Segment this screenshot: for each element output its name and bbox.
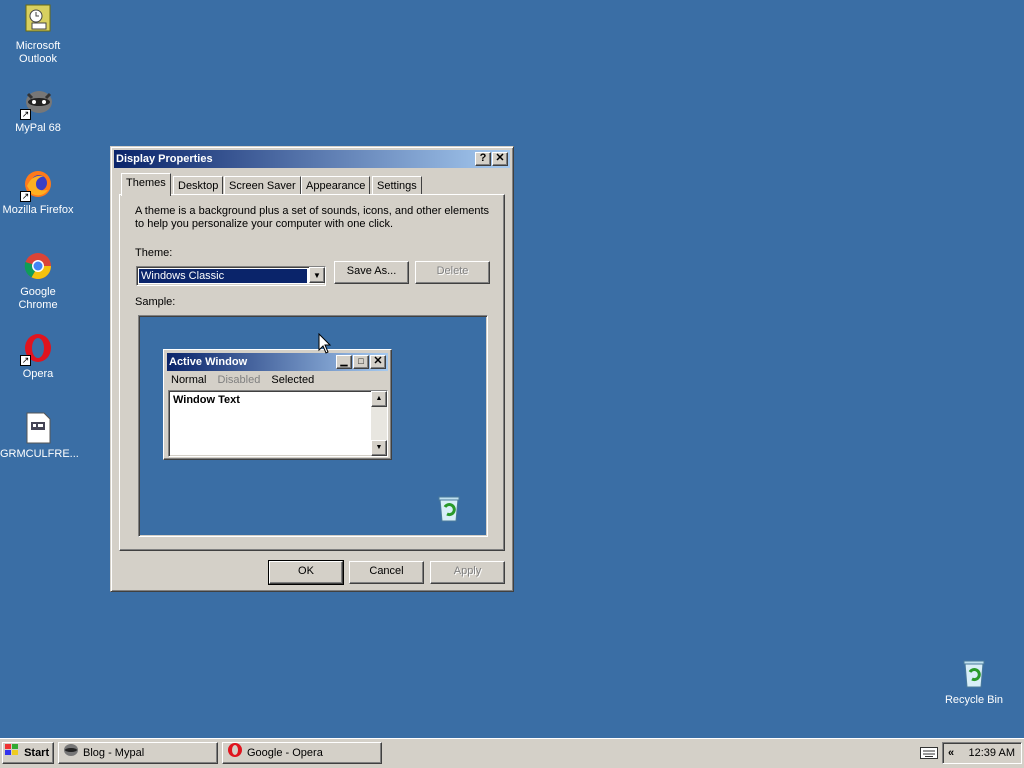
mouse-cursor-icon [318, 332, 332, 358]
clock[interactable]: 12:39 AM [969, 747, 1015, 759]
theme-sample-preview: Active Window ▁ □ ✕ Normal Disabled Sele… [138, 315, 488, 537]
tab-screen-saver[interactable]: Screen Saver [224, 176, 301, 196]
mypal-icon [63, 742, 79, 765]
close-icon: ✕ [370, 355, 386, 369]
cancel-button[interactable]: Cancel [349, 561, 424, 584]
start-button[interactable]: Start [2, 742, 54, 764]
desktop-icon-mypal[interactable]: ↗ MyPal 68 [0, 86, 76, 135]
desktop-icon-recycle-bin[interactable]: Recycle Bin [936, 658, 1012, 707]
sample-menu-normal: Normal [171, 374, 207, 386]
dialog-title: Display Properties [116, 153, 213, 165]
recycle-bin-icon [958, 658, 990, 690]
scroll-down-icon: ▼ [371, 440, 387, 456]
taskbar: Start Blog - Mypal Google - Opera « 12:3… [0, 738, 1024, 768]
chevron-down-icon[interactable]: ▼ [309, 267, 325, 283]
file-icon [22, 412, 54, 444]
windows-logo-icon [5, 743, 19, 763]
shortcut-arrow-icon: ↗ [20, 355, 31, 366]
sample-text-area: Window Text ▲ ▼ [168, 390, 388, 457]
desktop-icon-opera[interactable]: ↗ Opera [0, 332, 76, 381]
help-button[interactable]: ? [475, 152, 491, 166]
sample-window-titlebar: Active Window ▁ □ ✕ [167, 353, 388, 371]
tab-appearance[interactable]: Appearance [301, 176, 371, 196]
desktop-icon-label: Microsoft Outlook [15, 40, 61, 65]
desktop-icon-label: Opera [22, 368, 54, 380]
sample-window-text: Window Text [173, 394, 240, 406]
opera-icon: ↗ [20, 332, 54, 366]
taskbar-item-label: Google - Opera [247, 747, 323, 759]
sample-window-title: Active Window [169, 356, 248, 368]
start-label: Start [24, 747, 50, 759]
firefox-icon: ↗ [20, 168, 54, 202]
theme-description: A theme is a background plus a set of so… [135, 205, 490, 230]
desktop-icon-firefox[interactable]: ↗ Mozilla Firefox [0, 168, 76, 217]
tab-themes[interactable]: Themes [121, 173, 171, 196]
delete-button[interactable]: Delete [415, 261, 490, 284]
sample-menu-disabled: Disabled [217, 374, 261, 386]
desktop-icon-label: MyPal 68 [15, 122, 61, 134]
desktop-icon-chrome[interactable]: Google Chrome [0, 250, 76, 312]
theme-dropdown[interactable]: Windows Classic ▼ [136, 266, 326, 286]
themes-panel: A theme is a background plus a set of so… [119, 194, 505, 551]
close-button[interactable]: ✕ [492, 152, 508, 166]
desktop-icon-file[interactable]: GRMCULFRE... [0, 412, 79, 461]
display-properties-dialog: Display Properties ? ✕ Themes Desktop Sc… [110, 146, 514, 592]
sample-menu-bar: Normal Disabled Selected [167, 372, 388, 388]
apply-button[interactable]: Apply [430, 561, 505, 584]
keyboard-icon[interactable] [920, 747, 938, 762]
save-as-button[interactable]: Save As... [334, 261, 409, 284]
opera-icon [227, 742, 243, 765]
desktop-icon-label: Google Chrome [18, 286, 58, 311]
tray-collapse-button[interactable]: « [948, 743, 954, 763]
maximize-icon: □ [353, 355, 369, 369]
sample-scrollbar: ▲ ▼ [371, 391, 387, 456]
theme-dropdown-value: Windows Classic [138, 268, 308, 284]
mypal-icon: ↗ [20, 86, 54, 120]
desktop-icon-label: Recycle Bin [944, 694, 1004, 706]
taskbar-item-mypal[interactable]: Blog - Mypal [58, 742, 218, 764]
taskbar-item-label: Blog - Mypal [83, 747, 145, 759]
desktop-icon-label: Mozilla Firefox [2, 204, 74, 216]
minimize-icon: ▁ [336, 355, 352, 369]
sample-menu-selected: Selected [271, 374, 315, 386]
tab-settings[interactable]: Settings [372, 176, 422, 196]
tab-desktop[interactable]: Desktop [173, 176, 224, 196]
sample-active-window: Active Window ▁ □ ✕ Normal Disabled Sele… [163, 349, 392, 460]
shortcut-arrow-icon: ↗ [20, 191, 31, 202]
dialog-titlebar[interactable]: Display Properties ? ✕ [114, 150, 510, 168]
theme-label: Theme: [135, 247, 173, 259]
desktop-icon-outlook[interactable]: Microsoft Outlook [0, 4, 76, 66]
chrome-icon [22, 250, 54, 282]
outlook-icon [22, 4, 54, 36]
ok-button[interactable]: OK [268, 560, 344, 585]
shortcut-arrow-icon: ↗ [20, 109, 31, 120]
recycle-bin-icon [434, 494, 464, 527]
sample-label: Sample: [135, 296, 176, 308]
system-tray: « 12:39 AM [942, 742, 1022, 764]
scroll-up-icon: ▲ [371, 391, 387, 407]
taskbar-item-opera[interactable]: Google - Opera [222, 742, 382, 764]
desktop-icon-label: GRMCULFRE... [0, 448, 79, 460]
